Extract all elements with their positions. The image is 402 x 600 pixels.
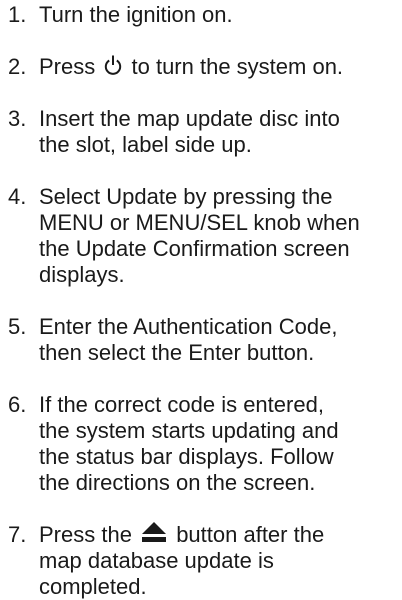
eject-icon <box>142 522 167 543</box>
step-line: the slot, label side up. <box>39 132 252 157</box>
step-text: Insert the map update disc into the slot… <box>39 106 399 158</box>
step-text: Select Update by pressing the MENU or ME… <box>39 184 399 288</box>
step-number: 1. <box>8 2 27 27</box>
step-line: Turn the ignition on. <box>39 2 233 27</box>
step-line: Insert the map update disc into <box>39 106 340 131</box>
step-line: the directions on the screen. <box>39 470 316 495</box>
step-line: If the correct code is entered, <box>39 392 324 417</box>
step-line: displays. <box>39 262 125 287</box>
step-text-after-icon: button after the <box>176 522 325 547</box>
step-line: Press to turn the system on. <box>39 54 399 80</box>
step-line: MENU or MENU/SEL knob when <box>39 210 360 235</box>
step-number: 7. <box>8 522 27 547</box>
step-number: 4. <box>8 184 27 209</box>
step-text: Press the button after the map database … <box>39 522 399 600</box>
step-line: Press the button after the <box>39 522 399 548</box>
step-text-after-icon: to turn the system on. <box>131 54 344 79</box>
step-text: Enter the Authentication Code, then sele… <box>39 314 399 366</box>
step-number: 6. <box>8 392 27 417</box>
step-line: map database update is <box>39 548 274 573</box>
step-text: Press to turn the system on. <box>39 54 399 80</box>
step-line: the system starts updating and <box>39 418 339 443</box>
step-text-before-icon: Press <box>39 54 96 79</box>
power-icon <box>105 55 122 75</box>
step-text: Turn the ignition on. <box>39 2 399 28</box>
step-line: the status bar displays. Follow <box>39 444 334 469</box>
step-line: Select Update by pressing the <box>39 184 333 209</box>
step-number: 2. <box>8 54 27 79</box>
step-number: 5. <box>8 314 27 339</box>
step-line: completed. <box>39 574 147 599</box>
step-text-before-icon: Press the <box>39 522 132 547</box>
step-line: then select the Enter button. <box>39 340 315 365</box>
step-line: the Update Confirmation screen <box>39 236 350 261</box>
step-number: 3. <box>8 106 27 131</box>
step-line: Enter the Authentication Code, <box>39 314 338 339</box>
step-text: If the correct code is entered, the syst… <box>39 392 399 496</box>
